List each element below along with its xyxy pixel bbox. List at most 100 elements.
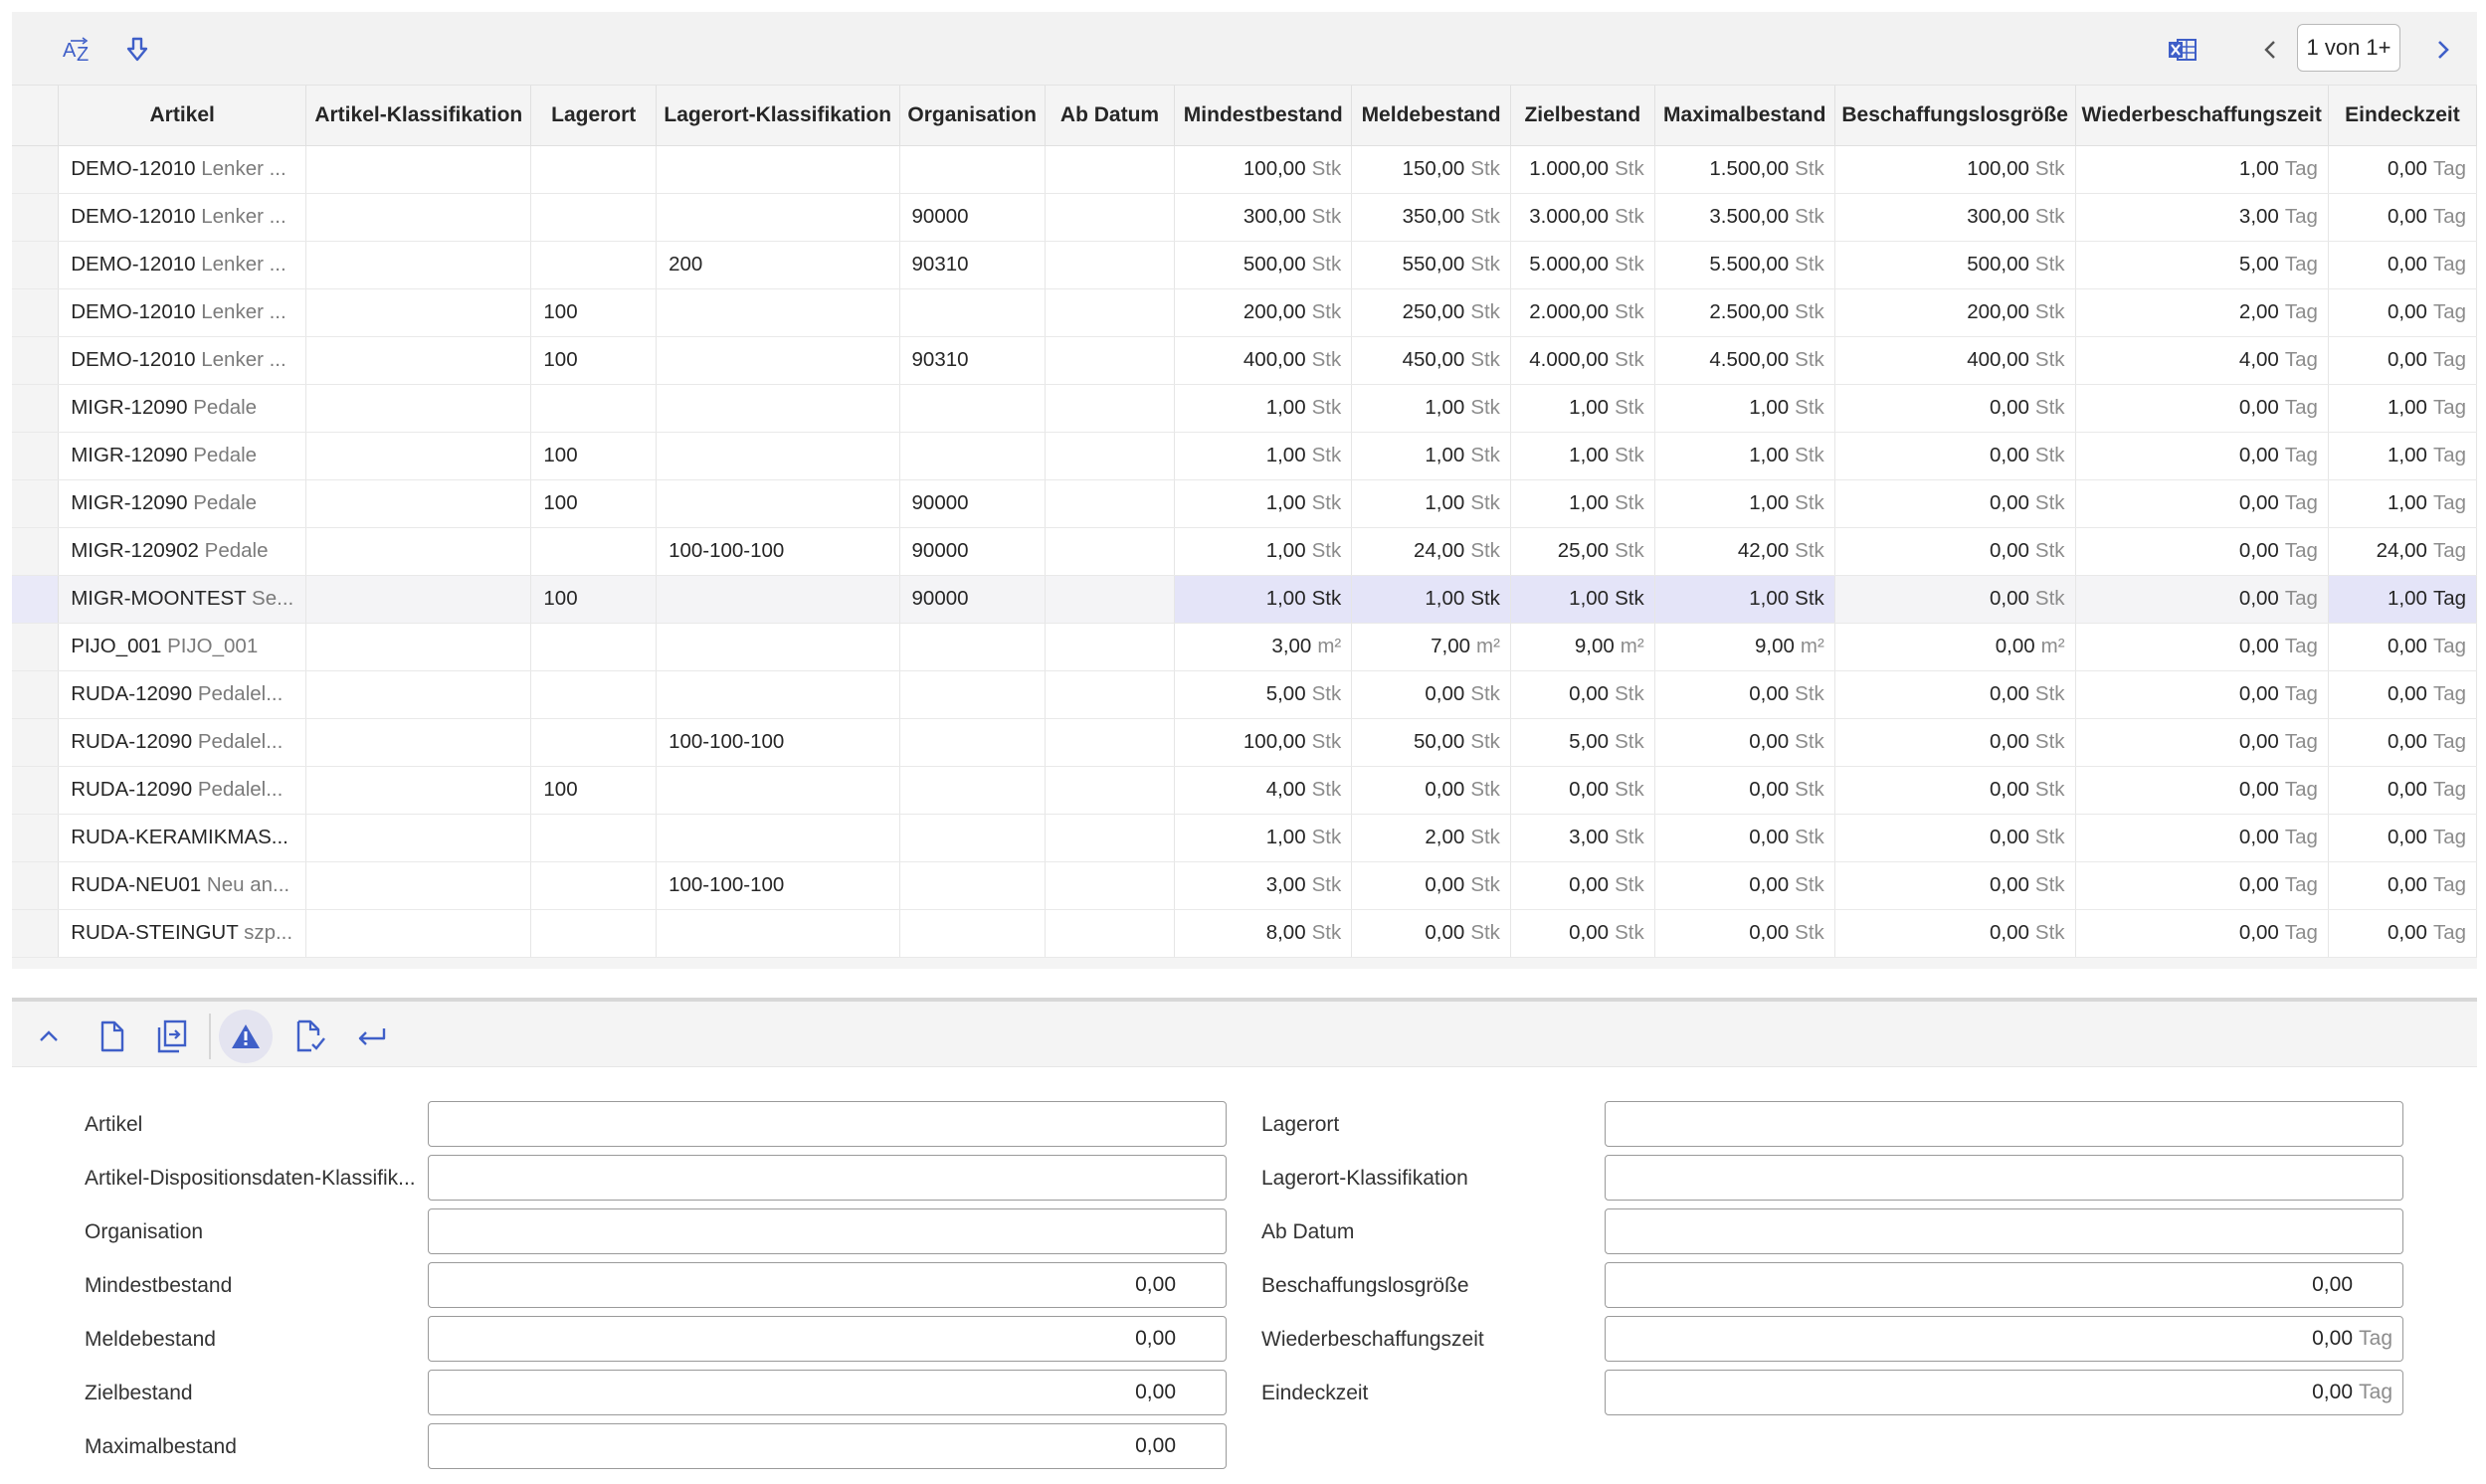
cell-wbz[interactable]: 3,00 Tag [2075, 193, 2329, 242]
cell-artikel-klassifikation[interactable] [305, 766, 532, 815]
cell-artikel[interactable]: MIGR-MOONTEST Se... [58, 575, 307, 624]
cell-losg[interactable]: 0,00 Stk [1834, 384, 2076, 433]
klassifikation-field[interactable] [428, 1155, 1227, 1201]
cell-organisation[interactable]: 90310 [899, 241, 1046, 289]
cell-ab-datum[interactable] [1045, 670, 1176, 719]
cell-lagerort-klassifikation[interactable] [656, 384, 900, 433]
cell-meld[interactable]: 250,00 Stk [1351, 288, 1511, 337]
cell-ab-datum[interactable] [1045, 479, 1176, 528]
validate-document-icon[interactable] [285, 1010, 338, 1063]
cell-ziel[interactable]: 9,00 m² [1510, 623, 1655, 671]
maximalbestand-field[interactable]: 0,00 [428, 1423, 1227, 1469]
cell-ab-datum[interactable] [1045, 527, 1176, 576]
cell-organisation[interactable] [899, 909, 1046, 958]
cell-eind[interactable]: 24,00 Tag [2328, 527, 2477, 576]
cell-eind[interactable]: 1,00 Tag [2328, 479, 2477, 528]
cell-ziel[interactable]: 1,00 Stk [1510, 575, 1655, 624]
cell-losg[interactable]: 400,00 Stk [1834, 336, 2076, 385]
cell-losg[interactable]: 0,00 m² [1834, 623, 2076, 671]
cell-artikel[interactable]: RUDA-12090 Pedalel... [58, 670, 307, 719]
cell-organisation[interactable]: 90000 [899, 479, 1046, 528]
cell-ziel[interactable]: 5,00 Stk [1510, 718, 1655, 767]
cell-ziel[interactable]: 1.000,00 Stk [1510, 145, 1655, 194]
row-selector[interactable] [12, 145, 60, 194]
cell-wbz[interactable]: 5,00 Tag [2075, 241, 2329, 289]
row-selector[interactable] [12, 336, 60, 385]
cell-artikel-klassifikation[interactable] [305, 432, 532, 480]
cell-ziel[interactable]: 3.000,00 Stk [1510, 193, 1655, 242]
cell-lagerort-klassifikation[interactable] [656, 336, 900, 385]
cell-lagerort[interactable] [530, 670, 658, 719]
row-selector[interactable] [12, 527, 60, 576]
cell-min[interactable]: 1,00 Stk [1174, 814, 1353, 862]
cell-ziel[interactable]: 25,00 Stk [1510, 527, 1655, 576]
cell-lagerort-klassifikation[interactable] [656, 288, 900, 337]
cell-artikel[interactable]: MIGR-12090 Pedale [58, 432, 307, 480]
column-header[interactable]: Artikel [58, 86, 307, 146]
cell-ziel[interactable]: 0,00 Stk [1510, 861, 1655, 910]
excel-icon[interactable] [2163, 30, 2202, 70]
cell-max[interactable]: 1.500,00 Stk [1654, 145, 1835, 194]
cell-artikel-klassifikation[interactable] [305, 193, 532, 242]
cell-wbz[interactable]: 0,00 Tag [2075, 766, 2329, 815]
artikel-field[interactable] [428, 1101, 1227, 1147]
row-selector[interactable] [12, 670, 60, 719]
cell-ab-datum[interactable] [1045, 145, 1176, 194]
column-header[interactable]: Organisation [899, 86, 1046, 146]
row-selector-header[interactable] [12, 86, 60, 146]
row-selector[interactable] [12, 623, 60, 671]
cell-ab-datum[interactable] [1045, 909, 1176, 958]
cell-eind[interactable]: 0,00 Tag [2328, 145, 2477, 194]
cell-losg[interactable]: 0,00 Stk [1834, 575, 2076, 624]
cell-max[interactable]: 1,00 Stk [1654, 575, 1835, 624]
cell-organisation[interactable] [899, 288, 1046, 337]
cell-max[interactable]: 1,00 Stk [1654, 384, 1835, 433]
cell-lagerort-klassifikation[interactable] [656, 575, 900, 624]
cell-max[interactable]: 1,00 Stk [1654, 432, 1835, 480]
cell-losg[interactable]: 500,00 Stk [1834, 241, 2076, 289]
row-selector[interactable] [12, 575, 60, 624]
table-row[interactable]: RUDA-KERAMIKMAS... 1,00 Stk 2,00 Stk 3,00 Stk 0… [12, 814, 2477, 862]
cell-eind[interactable]: 0,00 Tag [2328, 814, 2477, 862]
cell-eind[interactable]: 0,00 Tag [2328, 241, 2477, 289]
cell-artikel-klassifikation[interactable] [305, 575, 532, 624]
cell-ziel[interactable]: 5.000,00 Stk [1510, 241, 1655, 289]
cell-wbz[interactable]: 0,00 Tag [2075, 861, 2329, 910]
column-header[interactable]: Ab Datum [1045, 86, 1176, 146]
cell-min[interactable]: 100,00 Stk [1174, 145, 1353, 194]
cell-meld[interactable]: 450,00 Stk [1351, 336, 1511, 385]
cell-lagerort[interactable] [530, 384, 658, 433]
cell-lagerort-klassifikation[interactable] [656, 623, 900, 671]
cell-losg[interactable]: 0,00 Stk [1834, 718, 2076, 767]
column-header[interactable]: Meldebestand [1351, 86, 1511, 146]
cell-lagerort[interactable] [530, 193, 658, 242]
cell-min[interactable]: 1,00 Stk [1174, 527, 1353, 576]
cell-artikel-klassifikation[interactable] [305, 718, 532, 767]
cell-organisation[interactable] [899, 670, 1046, 719]
meldebestand-field[interactable]: 0,00 [428, 1316, 1227, 1362]
column-header[interactable]: Eindeckzeit [2328, 86, 2477, 146]
cell-max[interactable]: 4.500,00 Stk [1654, 336, 1835, 385]
cell-max[interactable]: 0,00 Stk [1654, 814, 1835, 862]
table-row[interactable]: MIGR-MOONTEST Se... 100 90000 1,00 Stk 1,00 St… [12, 575, 2477, 624]
cell-artikel[interactable]: DEMO-12010 Lenker ... [58, 193, 307, 242]
cell-artikel-klassifikation[interactable] [305, 670, 532, 719]
cell-artikel-klassifikation[interactable] [305, 527, 532, 576]
table-row[interactable]: PIJO_001 PIJO_001 3,00 m² 7,00 m² 9,00 m² 9,00 m… [12, 623, 2477, 671]
cell-losg[interactable]: 200,00 Stk [1834, 288, 2076, 337]
cell-ab-datum[interactable] [1045, 766, 1176, 815]
cell-lagerort-klassifikation[interactable] [656, 670, 900, 719]
cell-max[interactable]: 5.500,00 Stk [1654, 241, 1835, 289]
table-row[interactable]: DEMO-12010 Lenker ... 200 90310 500,00 Stk 55… [12, 241, 2477, 289]
cell-meld[interactable]: 0,00 Stk [1351, 861, 1511, 910]
cell-min[interactable]: 300,00 Stk [1174, 193, 1353, 242]
cell-eind[interactable]: 0,00 Tag [2328, 909, 2477, 958]
cell-organisation[interactable] [899, 432, 1046, 480]
cell-ab-datum[interactable] [1045, 575, 1176, 624]
cell-max[interactable]: 0,00 Stk [1654, 909, 1835, 958]
cell-ab-datum[interactable] [1045, 861, 1176, 910]
cell-artikel-klassifikation[interactable] [305, 145, 532, 194]
column-header[interactable]: Beschaffungslosgröße [1834, 86, 2076, 146]
cell-wbz[interactable]: 0,00 Tag [2075, 527, 2329, 576]
cell-lagerort-klassifikation[interactable] [656, 479, 900, 528]
